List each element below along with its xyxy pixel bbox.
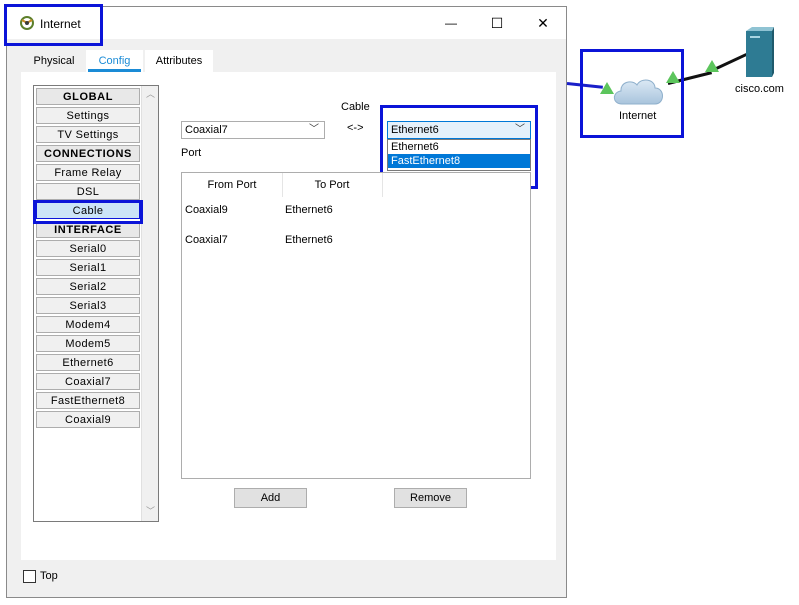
sidebar-item-modem4[interactable]: Modem4 <box>36 316 140 333</box>
link-line <box>566 82 603 89</box>
tab-physical[interactable]: Physical <box>25 50 83 72</box>
sidebar-item-tv-settings[interactable]: TV Settings <box>36 126 140 143</box>
sidebar-item-ethernet6[interactable]: Ethernet6 <box>36 354 140 371</box>
minimize-icon: — <box>445 16 457 30</box>
maximize-icon: ☐ <box>490 14 504 31</box>
port-label: Port <box>181 147 202 159</box>
dropdown-option[interactable]: FastEthernet8 <box>388 154 530 168</box>
table-row[interactable]: Coaxial9 Ethernet6 <box>182 204 530 220</box>
left-port-select[interactable]: Coaxial7 ﹀ <box>181 121 325 139</box>
top-label: Top <box>40 570 58 582</box>
title-bar[interactable]: Internet — ☐ ✕ <box>7 7 566 39</box>
link-up-icon <box>705 60 719 72</box>
add-button[interactable]: Add <box>234 488 307 508</box>
minimize-button[interactable]: — <box>428 7 474 39</box>
close-icon: ✕ <box>537 14 549 31</box>
cable-label: Cable <box>341 101 370 113</box>
tab-config[interactable]: Config <box>86 50 143 72</box>
to-port-header: To Port <box>282 173 383 197</box>
sidebar-item-coaxial7[interactable]: Coaxial7 <box>36 373 140 390</box>
dropdown-option[interactable]: Ethernet6 <box>388 140 530 154</box>
right-port-value: Ethernet6 <box>391 124 439 136</box>
from-port-header: From Port <box>182 173 283 197</box>
server-icon[interactable] <box>742 27 774 79</box>
left-port-value: Coaxial7 <box>185 124 228 136</box>
link-up-icon <box>666 71 680 83</box>
from-port-cell: Coaxial7 <box>185 234 228 246</box>
to-port-cell: Ethernet6 <box>285 204 333 216</box>
top-checkbox[interactable] <box>23 570 36 583</box>
cloud-label: Internet <box>619 110 657 122</box>
link-up-icon <box>600 82 614 94</box>
chevron-down-icon: ﹀ <box>515 124 525 135</box>
tab-attributes[interactable]: Attributes <box>145 50 213 72</box>
to-port-cell: Ethernet6 <box>285 234 333 246</box>
sidebar-item-serial2[interactable]: Serial2 <box>36 278 140 295</box>
sidebar-item-fastethernet8[interactable]: FastEthernet8 <box>36 392 140 409</box>
sidebar-scrollbar[interactable]: ︿ ﹀ <box>141 86 158 521</box>
sidebar-item-serial0[interactable]: Serial0 <box>36 240 140 257</box>
sidebar-item-serial3[interactable]: Serial3 <box>36 297 140 314</box>
remove-button[interactable]: Remove <box>394 488 467 508</box>
scroll-down-icon[interactable]: ﹀ <box>146 507 155 516</box>
close-button[interactable]: ✕ <box>520 7 566 39</box>
right-port-select[interactable]: Ethernet6 ﹀ <box>387 121 531 139</box>
maximize-button[interactable]: ☐ <box>474 7 520 39</box>
chevron-down-icon: ﹀ <box>309 124 319 135</box>
sidebar-item-cable[interactable]: Cable <box>36 202 140 219</box>
sidebar-header-connections: CONNECTIONS <box>36 145 140 162</box>
config-sidebar: GLOBAL Settings TV Settings CONNECTIONS Fram… <box>33 85 159 522</box>
sidebar-header-global: GLOBAL <box>36 88 140 105</box>
internet-config-window: Internet — ☐ ✕ Physical Config Attribute… <box>4 4 567 598</box>
from-port-cell: Coaxial9 <box>185 204 228 216</box>
sidebar-item-coaxial9[interactable]: Coaxial9 <box>36 411 140 428</box>
sidebar-item-dsl[interactable]: DSL <box>36 183 140 200</box>
sidebar-item-settings[interactable]: Settings <box>36 107 140 124</box>
window-title: Internet <box>40 17 81 31</box>
arrow-label: <-> <box>347 122 364 134</box>
config-panel: GLOBAL Settings TV Settings CONNECTIONS Fram… <box>21 72 556 560</box>
sidebar-item-modem5[interactable]: Modem5 <box>36 335 140 352</box>
packet-tracer-icon <box>20 16 34 30</box>
sidebar-item-frame-relay[interactable]: Frame Relay <box>36 164 140 181</box>
table-row[interactable]: Coaxial7 Ethernet6 <box>182 234 530 250</box>
cloud-icon[interactable] <box>610 74 666 108</box>
server-label: cisco.com <box>735 83 784 95</box>
right-port-dropdown: Ethernet6 FastEthernet8 <box>387 139 531 171</box>
scroll-up-icon[interactable]: ︿ <box>146 90 155 99</box>
sidebar-list: GLOBAL Settings TV Settings CONNECTIONS Fram… <box>36 88 140 430</box>
port-table: From Port To Port Coaxial9 Ethernet6 Coa… <box>181 172 531 479</box>
sidebar-header-interface: INTERFACE <box>36 221 140 238</box>
sidebar-item-serial1[interactable]: Serial1 <box>36 259 140 276</box>
